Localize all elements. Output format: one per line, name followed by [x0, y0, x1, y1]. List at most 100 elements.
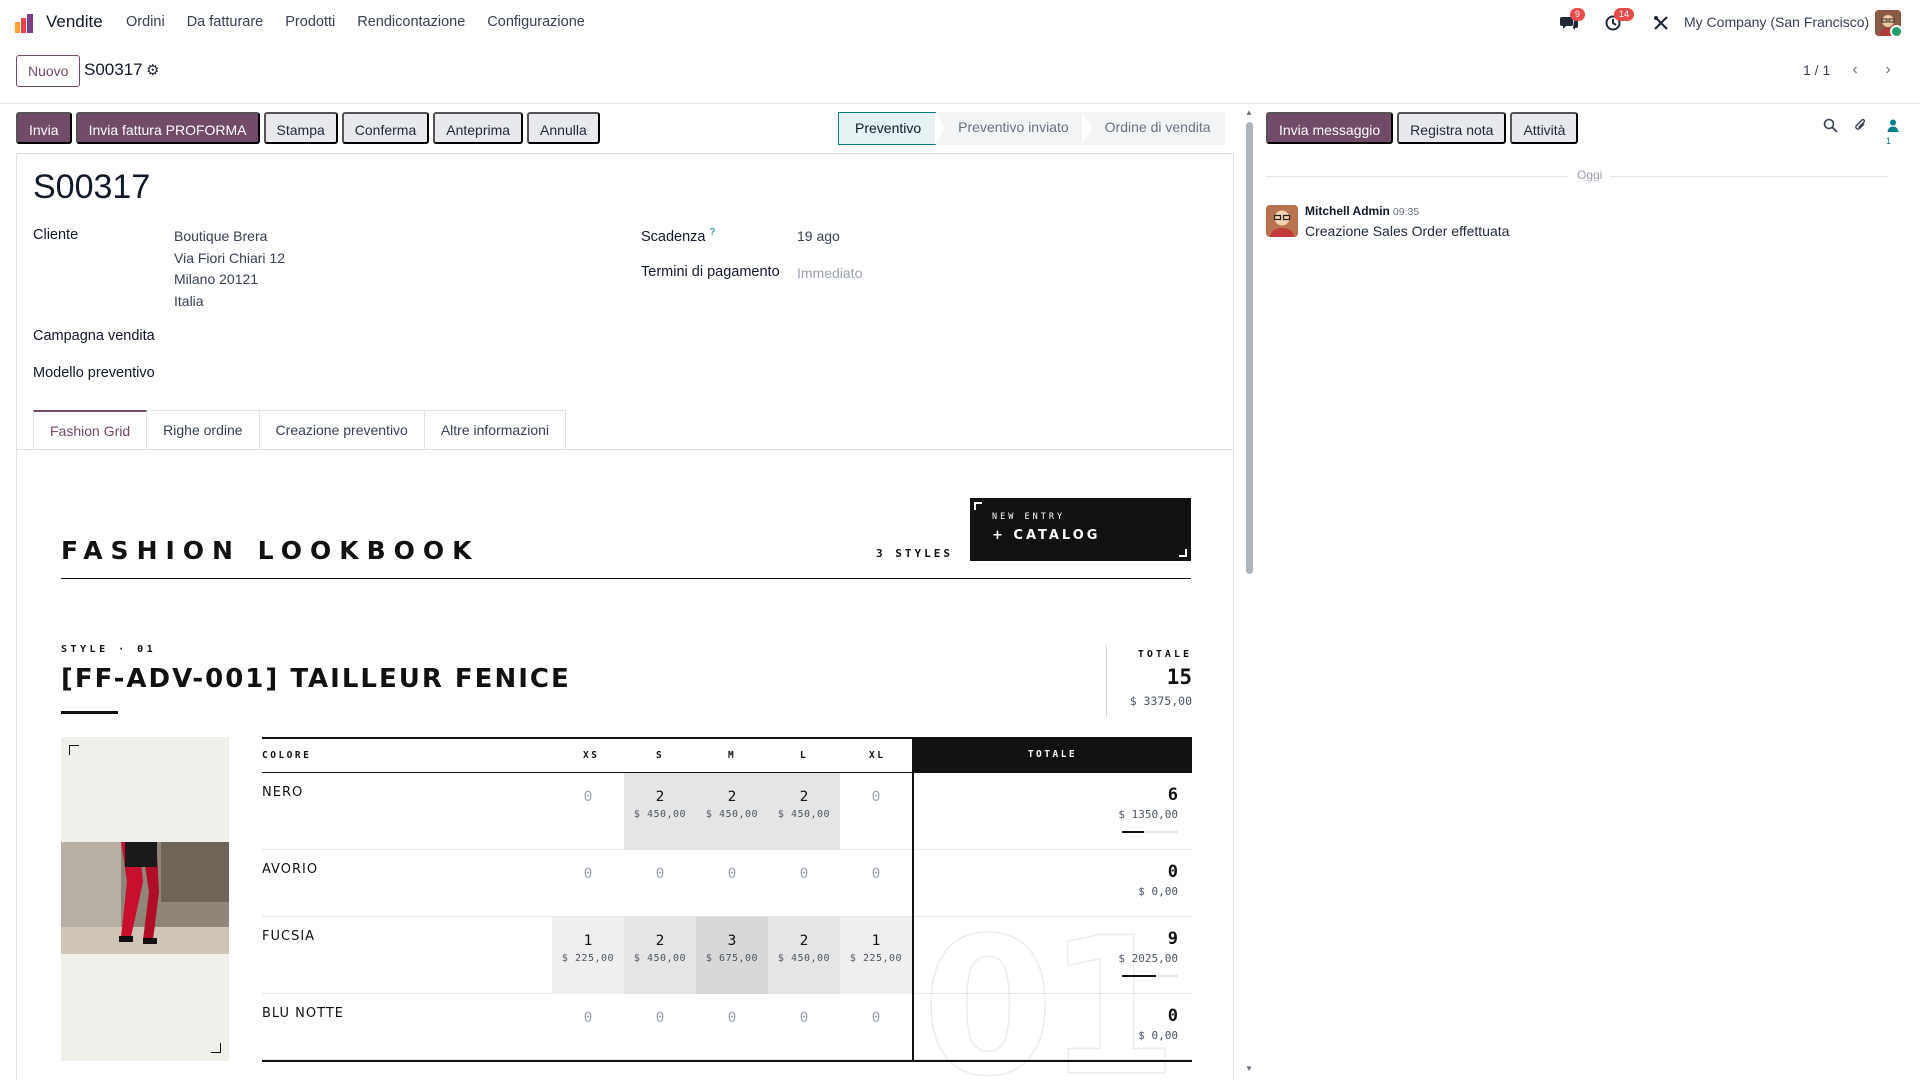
date-separator: Oggi [1266, 168, 1888, 182]
customer-field[interactable]: Boutique Brera Via Fiori Chiari 12 Milan… [174, 226, 285, 312]
qty-cell[interactable]: 2 $ 450,00 [768, 773, 840, 850]
preview-button[interactable]: Anteprima [433, 112, 524, 144]
qty-price: $ 450,00 [777, 809, 831, 820]
qty-cell[interactable]: 0 [624, 850, 696, 917]
qty-cell[interactable]: 0 [768, 850, 840, 917]
qty-value: 0 [655, 1010, 665, 1026]
qty-value: 0 [727, 866, 737, 882]
log-note-button[interactable]: Registra nota [1397, 112, 1507, 144]
qty-cell[interactable]: 2 $ 450,00 [624, 917, 696, 994]
qty-cell[interactable]: 0 [552, 994, 624, 1060]
confirm-button[interactable]: Conferma [341, 112, 430, 144]
size-color-grid: 0 1 COLORE XS S M L XL TOTALE NERO 0 2 $ 450… [262, 737, 1192, 1080]
column-l: L [800, 750, 809, 761]
stage-preventivo[interactable]: Preventivo [838, 112, 937, 145]
help-tooltip-icon[interactable]: ? [710, 227, 716, 238]
new-button[interactable]: Nuovo [16, 55, 81, 87]
qty-cell[interactable]: 0 [768, 994, 840, 1060]
expiry-field[interactable]: 19 ago [797, 226, 840, 248]
qty-cell[interactable]: 0 [840, 994, 912, 1060]
qty-cell[interactable]: 2 $ 450,00 [624, 773, 696, 850]
qty-cell[interactable]: 0 [552, 850, 624, 917]
messages-icon[interactable]: 9 [1558, 8, 1586, 34]
qty-value: 0 [727, 1010, 737, 1026]
qty-cell[interactable]: 0 [840, 850, 912, 917]
company-switcher[interactable]: My Company (San Francisco) [1684, 14, 1869, 30]
activities-clock-icon[interactable]: 14 [1602, 8, 1635, 34]
tab-creazione-preventivo[interactable]: Creazione preventivo [259, 410, 425, 450]
qty-cell[interactable]: 2 $ 450,00 [696, 773, 768, 850]
activities-button[interactable]: Attività [1510, 112, 1579, 144]
app-name[interactable]: Vendite [46, 12, 103, 32]
new-catalog-button[interactable]: NEW ENTRY + CATALOG [970, 498, 1191, 561]
qty-cell[interactable]: 3 $ 675,00 [696, 917, 768, 994]
payment-terms-field[interactable]: Immediato [797, 263, 862, 285]
corner-mark [1179, 549, 1187, 557]
gear-icon[interactable]: ⚙ [146, 61, 159, 79]
pager-next-icon[interactable]: › [1876, 58, 1900, 82]
tab-altre-informazioni[interactable]: Altre informazioni [424, 410, 566, 450]
style-total-box: TOTALE 15 $ 3375,00 [1106, 645, 1192, 717]
stage-ordine-di-vendita[interactable]: Ordine di vendita [1081, 112, 1225, 145]
qty-cell[interactable]: 0 [840, 773, 912, 850]
paperclip-icon[interactable] [1853, 118, 1868, 137]
print-button[interactable]: Stampa [263, 112, 338, 144]
scroll-up-icon[interactable]: ▲ [1245, 108, 1253, 117]
qty-cell[interactable]: 0 [696, 994, 768, 1060]
search-icon[interactable] [1823, 118, 1838, 137]
column-colore: COLORE [262, 750, 312, 761]
chatter-buttons: Invia messaggio Registra nota Attività [1266, 112, 1579, 144]
qty-cell[interactable]: 0 [552, 773, 624, 850]
menu-item-da-fatturare[interactable]: Da fatturare [187, 14, 264, 30]
followers-icon[interactable]: 1 [1886, 118, 1900, 154]
row-share-bar [1122, 975, 1178, 977]
stage-preventivo-inviato[interactable]: Preventivo inviato [935, 112, 1083, 145]
form-scrollbar[interactable]: ▲ ▼ [1244, 104, 1254, 1080]
qty-value: 2 [655, 933, 665, 949]
qty-price: $ 225,00 [849, 953, 903, 964]
send-button[interactable]: Invia [16, 112, 72, 144]
control-panel: Nuovo S00317 ⚙ 1 / 1 ‹ › [0, 46, 1920, 104]
message-author[interactable]: Mitchell Admin 09:35 [1305, 204, 1419, 218]
pager-value[interactable]: 1 / 1 [1803, 62, 1830, 78]
row-total-amount: $ 0,00 [1138, 885, 1178, 898]
form-tabs: Fashion Grid Righe ordine Creazione prev… [33, 410, 566, 450]
qty-price: $ 675,00 [705, 953, 759, 964]
qty-cell[interactable]: 1 $ 225,00 [552, 917, 624, 994]
pager-previous-icon[interactable]: ‹ [1843, 58, 1867, 82]
menu-item-prodotti[interactable]: Prodotti [285, 14, 335, 30]
column-s: S [656, 750, 665, 761]
style-total-label: TOTALE [1137, 649, 1192, 660]
scroll-down-icon[interactable]: ▼ [1245, 1064, 1253, 1073]
menu-item-rendicontazione[interactable]: Rendicontazione [357, 14, 465, 30]
debug-tools-icon[interactable] [1650, 12, 1672, 34]
product-photo[interactable] [61, 842, 229, 954]
customer-street: Via Fiori Chiari 12 [174, 249, 286, 266]
tab-righe-ordine[interactable]: Righe ordine [147, 410, 260, 450]
qty-cell[interactable]: 1 $ 225,00 [840, 917, 912, 994]
user-avatar[interactable] [1875, 10, 1901, 36]
qty-cell[interactable]: 2 $ 450,00 [768, 917, 840, 994]
lookbook-title: FASHION LOOKBOOK [61, 536, 480, 565]
row-color-name: NERO [262, 785, 304, 800]
send-message-button[interactable]: Invia messaggio [1266, 112, 1394, 144]
row-color-name: FUCSIA [262, 929, 316, 944]
row-share-bar [1122, 831, 1178, 833]
sales-app-icon[interactable] [14, 12, 36, 34]
menu-item-ordini[interactable]: Ordini [126, 14, 165, 30]
cancel-button[interactable]: Annulla [527, 112, 600, 144]
qty-value: 0 [583, 1010, 593, 1026]
tab-fashion-grid[interactable]: Fashion Grid [33, 410, 148, 450]
column-totale: TOTALE [913, 737, 1192, 773]
column-m: M [728, 750, 737, 761]
message-author-avatar[interactable] [1266, 205, 1298, 237]
row-total-qty: 0 [1167, 1006, 1178, 1026]
send-proforma-button[interactable]: Invia fattura PROFORMA [75, 112, 260, 144]
qty-cell[interactable]: 0 [696, 850, 768, 917]
column-xl: XL [869, 750, 886, 761]
qty-cell[interactable]: 0 [624, 994, 696, 1060]
scrollbar-thumb[interactable] [1246, 122, 1253, 574]
menu-item-configurazione[interactable]: Configurazione [487, 14, 585, 30]
row-total: 0 $ 0,00 [1138, 862, 1178, 898]
status-bar: Preventivo Preventivo inviato Ordine di … [838, 112, 1225, 145]
